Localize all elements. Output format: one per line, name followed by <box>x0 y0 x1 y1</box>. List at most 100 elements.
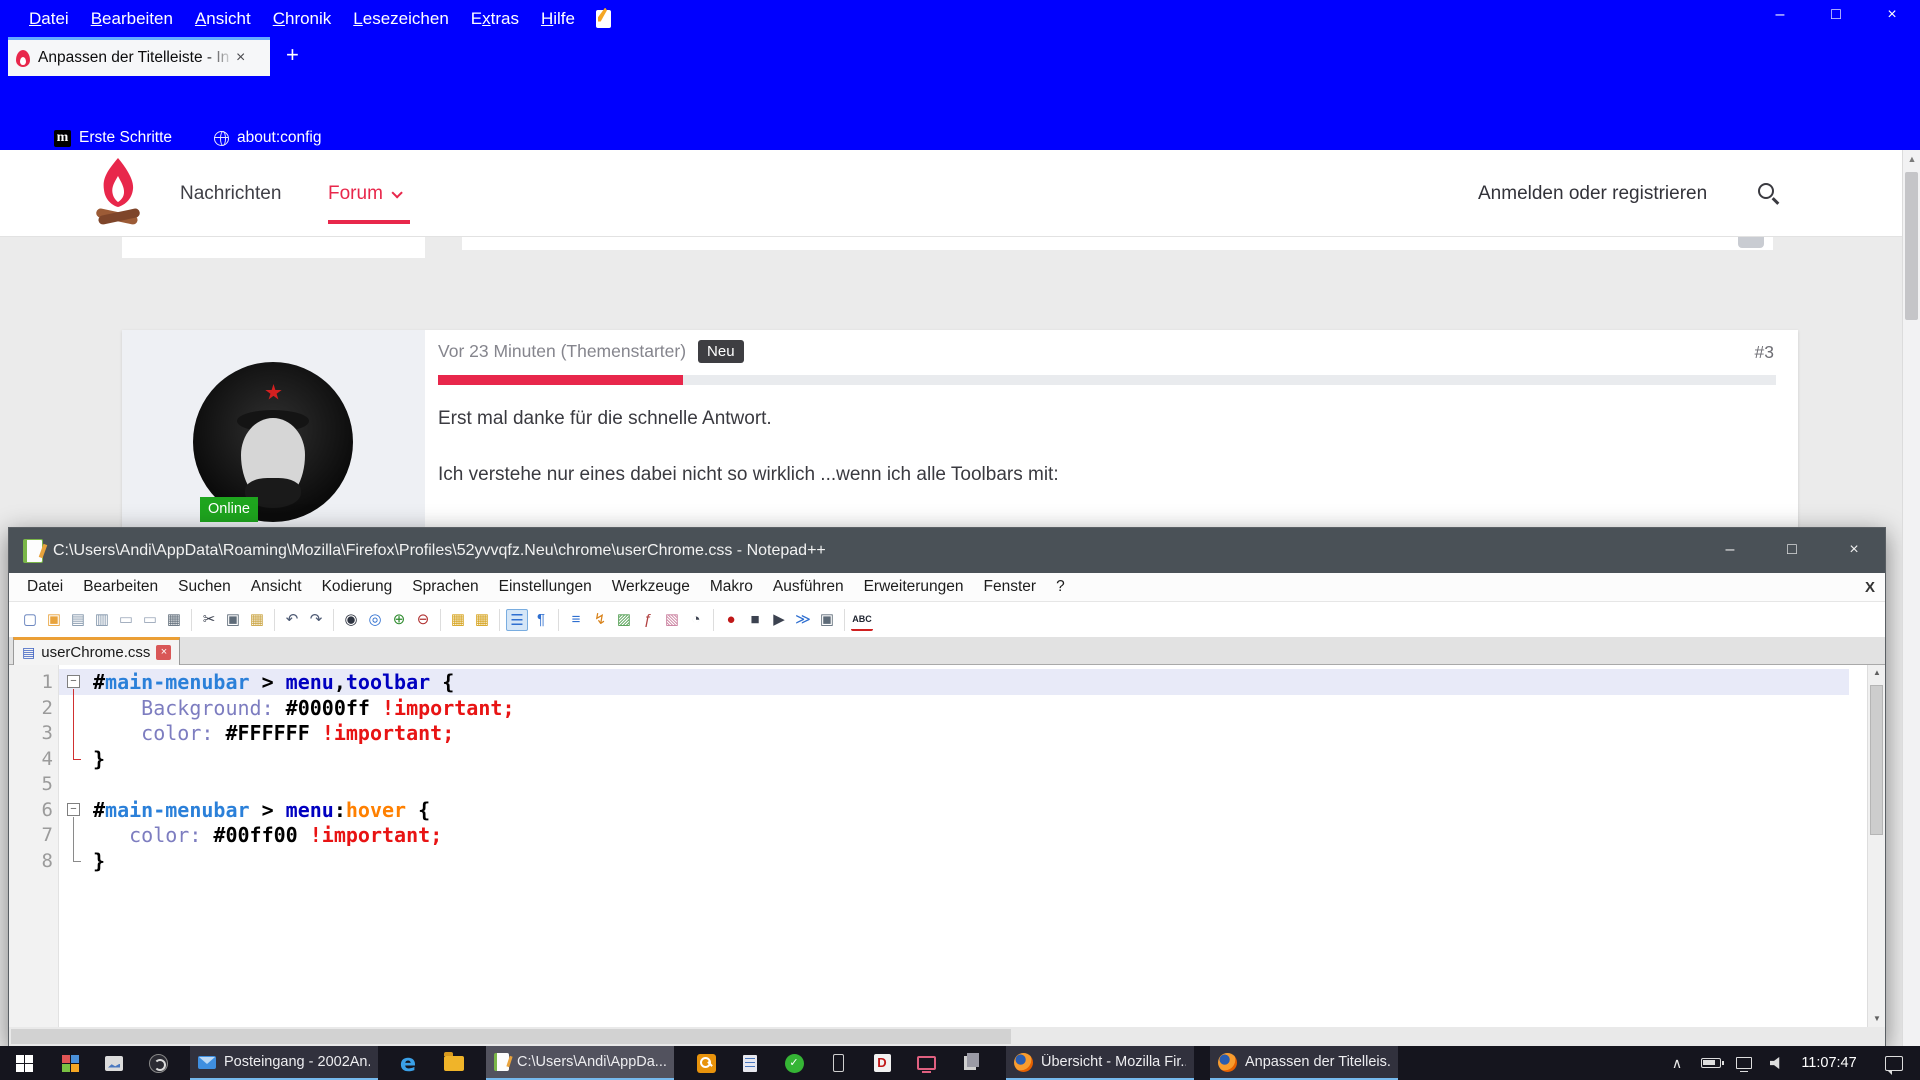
npp-menu-sprachen[interactable]: Sprachen <box>402 578 488 596</box>
folder-as-workspace-icon[interactable]: ▧ <box>661 609 683 631</box>
notepadpp-titlebar[interactable]: C:\Users\Andi\AppData\Roaming\Mozilla\Fi… <box>9 528 1885 573</box>
npp-menu-makro[interactable]: Makro <box>700 578 763 596</box>
npp-menu-bearbeiten[interactable]: Bearbeiten <box>73 578 168 596</box>
start-button[interactable] <box>6 1046 42 1080</box>
tab-close-icon[interactable]: × <box>156 645 171 660</box>
hscrollbar-thumb[interactable] <box>11 1029 1011 1044</box>
menu-lesezeichen[interactable]: Lesezeichen <box>342 9 459 29</box>
post-number[interactable]: #3 <box>1755 342 1774 363</box>
menu-hilfe[interactable]: Hilfe <box>530 9 586 29</box>
browser-scrollbar[interactable]: ▲ <box>1902 150 1920 1046</box>
npp-menu-werkzeuge[interactable]: Werkzeuge <box>602 578 700 596</box>
npp-menu-einstellungen[interactable]: Einstellungen <box>489 578 602 596</box>
notes-app-icon[interactable] <box>732 1046 768 1080</box>
sync-horizontal-icon[interactable]: ▦ <box>471 609 493 631</box>
phone-app-icon[interactable] <box>820 1046 856 1080</box>
tab-close-icon[interactable]: × <box>236 49 245 67</box>
taskbar-button-notepadpp[interactable]: C:\Users\Andi\AppDa... <box>486 1046 674 1080</box>
redo-icon[interactable]: ↷ <box>305 609 327 631</box>
photos-app-icon[interactable] <box>52 1046 88 1080</box>
shortcut-mapper-icon[interactable]: ↯ <box>589 609 611 631</box>
npp-menu-ausfuehren[interactable]: Ausführen <box>763 578 854 596</box>
open-folder-icon[interactable]: ▣ <box>43 609 65 631</box>
file-explorer-icon[interactable] <box>436 1046 472 1080</box>
keepass-icon[interactable] <box>688 1046 724 1080</box>
close-button[interactable]: × <box>1864 0 1920 32</box>
menu-bearbeiten[interactable]: Bearbeiten <box>80 9 184 29</box>
macro-record-icon[interactable]: ● <box>720 609 742 631</box>
menu-extras[interactable]: Extras <box>460 9 530 29</box>
undo-icon[interactable]: ↶ <box>281 609 303 631</box>
macro-play-icon[interactable]: ▶ <box>768 609 790 631</box>
swirl-app-icon[interactable] <box>140 1046 176 1080</box>
post-timestamp[interactable]: Vor 23 Minuten (Themenstarter) <box>438 341 686 362</box>
scroll-up-arrow[interactable]: ▲ <box>1903 150 1920 168</box>
bookmark-erste-schritte[interactable]: Erste Schritte <box>79 129 172 147</box>
tray-chevron-icon[interactable]: ∧ <box>1662 1046 1692 1080</box>
tab-userchrome-css[interactable]: ▤ userChrome.css × <box>13 637 180 665</box>
bookmark-about-config[interactable]: about:config <box>237 129 321 147</box>
print-icon[interactable]: ▦ <box>163 609 185 631</box>
find-icon[interactable]: ◉ <box>340 609 362 631</box>
word-wrap-icon[interactable]: ☰ <box>506 609 528 631</box>
copy-icon[interactable]: ▣ <box>222 609 244 631</box>
replace-icon[interactable]: ◎ <box>364 609 386 631</box>
edge-icon[interactable]: e <box>390 1046 426 1080</box>
npp-menu-erweiterungen[interactable]: Erweiterungen <box>854 578 974 596</box>
speaker-icon[interactable] <box>1760 1046 1792 1080</box>
indent-guide-icon[interactable]: ≡ <box>565 609 587 631</box>
taskbar-button-mail[interactable]: Posteingang - 2002An... <box>190 1046 378 1080</box>
clock[interactable]: 11:07:47 <box>1794 1046 1864 1080</box>
show-all-characters-icon[interactable]: ¶ <box>530 609 552 631</box>
new-file-icon[interactable]: ▢ <box>19 609 41 631</box>
document-map-icon[interactable]: ▨ <box>613 609 635 631</box>
npp-menu-kodierung[interactable]: Kodierung <box>312 578 403 596</box>
npp-menu-help[interactable]: ? <box>1046 578 1075 596</box>
zoom-out-icon[interactable]: ⊖ <box>412 609 434 631</box>
fold-marker[interactable]: − <box>67 803 80 816</box>
menu-datei[interactable]: Datei <box>18 9 80 29</box>
scroll-up-arrow[interactable]: ▲ <box>1868 665 1886 681</box>
taskbar-button-firefox-uebersicht[interactable]: Übersicht - Mozilla Fir... <box>1006 1046 1194 1080</box>
npp-menu-datei[interactable]: Datei <box>17 578 73 596</box>
minimize-button[interactable]: – <box>1752 0 1808 32</box>
paste-icon[interactable]: ▦ <box>246 609 268 631</box>
npp-menu-fenster[interactable]: Fenster <box>974 578 1047 596</box>
taskbar-button-firefox-anpassen[interactable]: Anpassen der Titelleis... <box>1210 1046 1398 1080</box>
sync-vertical-icon[interactable]: ▦ <box>447 609 469 631</box>
spell-check-icon[interactable]: ABC <box>851 609 873 631</box>
remote-monitor-icon[interactable] <box>908 1046 944 1080</box>
maximize-button[interactable]: □ <box>1808 0 1864 32</box>
menu-chronik[interactable]: Chronik <box>262 9 343 29</box>
scrollbar-thumb[interactable] <box>1905 172 1918 320</box>
npp-menu-ansicht[interactable]: Ansicht <box>241 578 312 596</box>
editor-hscrollbar[interactable] <box>9 1027 1885 1046</box>
scroll-down-arrow[interactable]: ▼ <box>1868 1011 1886 1027</box>
document-monitor-icon[interactable]: ◔ <box>685 609 707 631</box>
copy-pages-icon[interactable] <box>952 1046 988 1080</box>
scrollbar-thumb[interactable] <box>1870 685 1883 835</box>
close-doc-icon[interactable]: ▭ <box>115 609 137 631</box>
npp-menu-suchen[interactable]: Suchen <box>168 578 241 596</box>
code-editor[interactable]: 1 #main-menubar > menu,toolbar { 2 Backg… <box>9 665 1885 1027</box>
save-icon[interactable]: ▤ <box>67 609 89 631</box>
minimize-button[interactable]: – <box>1699 528 1761 573</box>
battery-icon[interactable] <box>1694 1046 1728 1080</box>
notepad-icon[interactable] <box>596 10 611 28</box>
forum-search-icon[interactable] <box>1758 183 1774 199</box>
zoom-in-icon[interactable]: ⊕ <box>388 609 410 631</box>
login-link[interactable]: Anmelden oder registrieren <box>1478 183 1707 205</box>
editor-vscrollbar[interactable]: ▲ ▼ <box>1867 665 1885 1027</box>
nav-nachrichten[interactable]: Nachrichten <box>180 183 281 205</box>
cut-icon[interactable]: ✂ <box>198 609 220 631</box>
action-center-icon[interactable] <box>1874 1046 1914 1080</box>
d-app-icon[interactable]: D <box>864 1046 900 1080</box>
tab-anpassen-der-titelleiste[interactable]: Anpassen der Titelleiste - In × <box>8 37 270 76</box>
macro-stop-icon[interactable]: ■ <box>744 609 766 631</box>
new-tab-button[interactable]: + <box>286 42 299 68</box>
menu-ansicht[interactable]: Ansicht <box>184 9 262 29</box>
antivirus-icon[interactable]: ✓ <box>776 1046 812 1080</box>
network-icon[interactable] <box>1728 1046 1760 1080</box>
function-list-icon[interactable]: ƒ <box>637 609 659 631</box>
maximize-button[interactable]: □ <box>1761 528 1823 573</box>
